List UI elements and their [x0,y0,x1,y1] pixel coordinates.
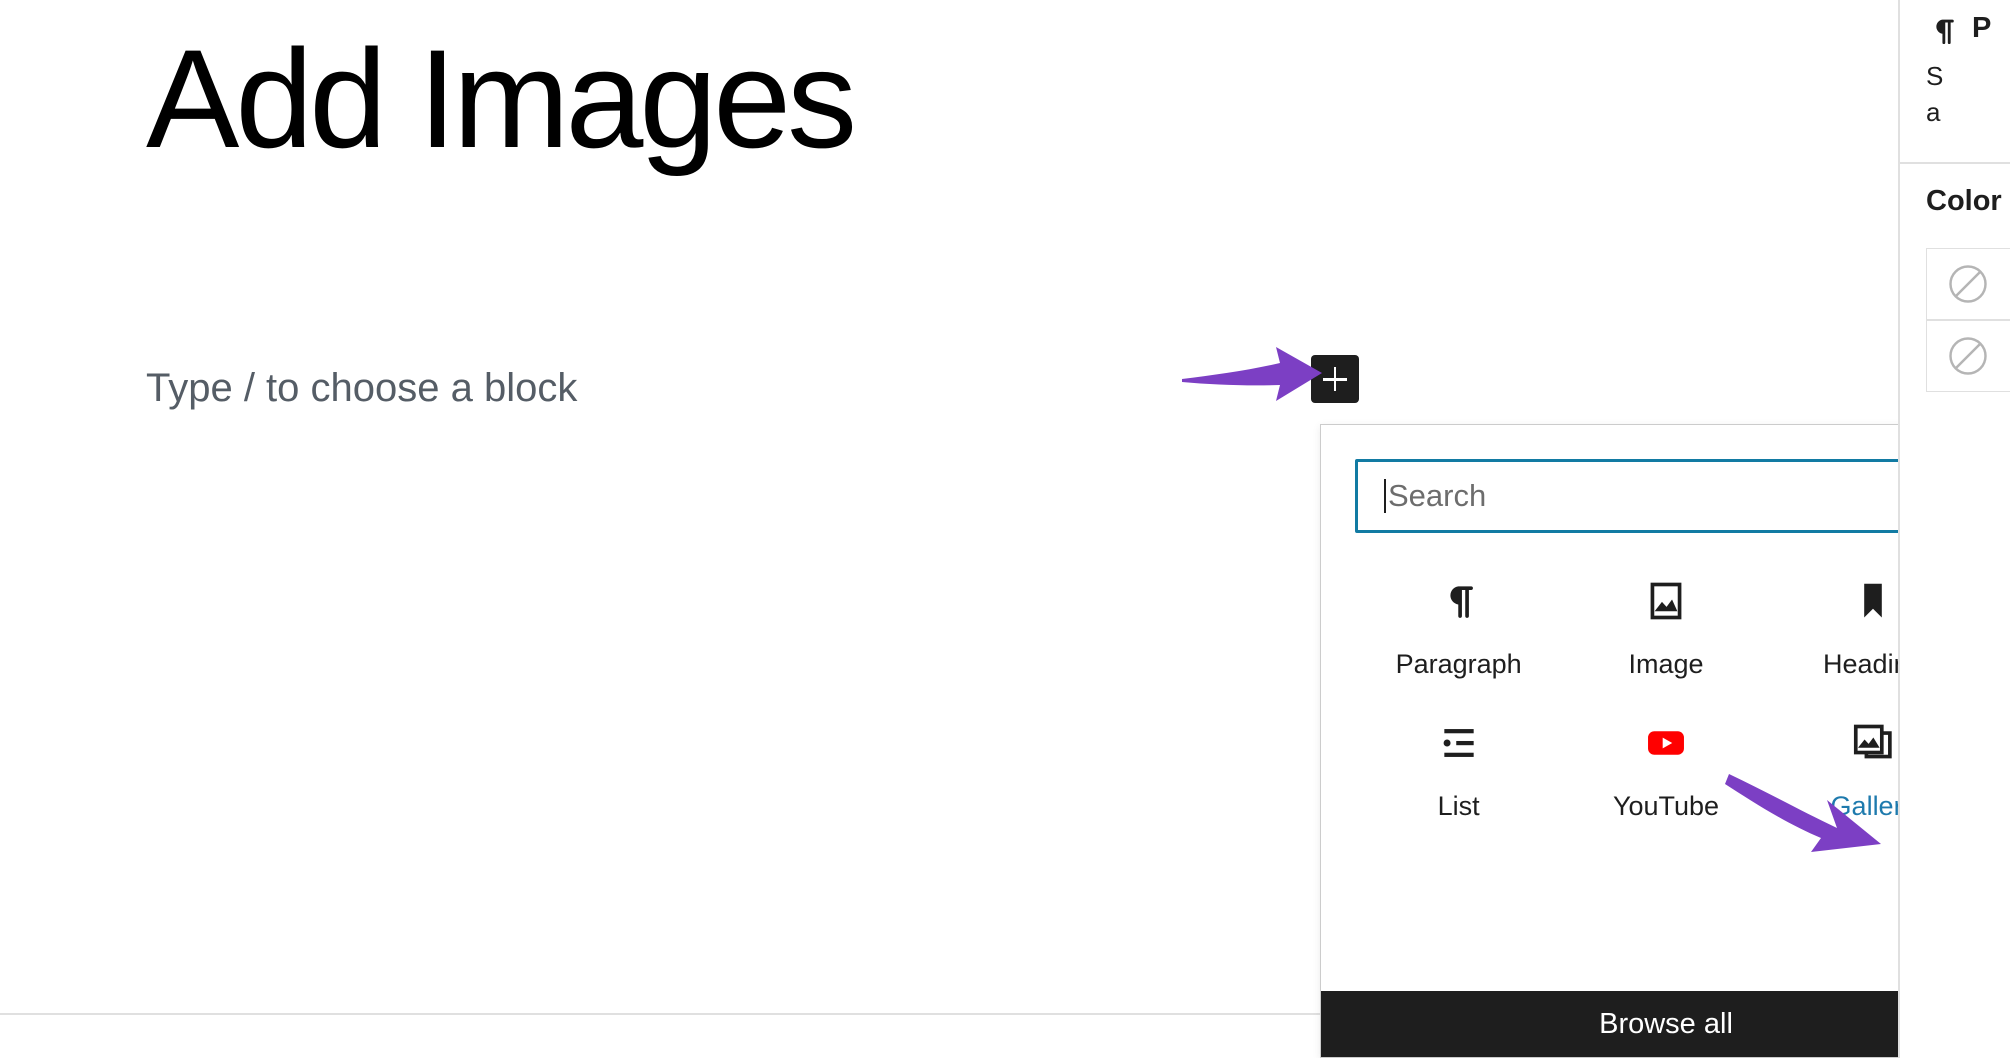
block-type-label: Paragraph [1395,649,1522,679]
list-icon [1435,719,1483,767]
sidebar-block-title: P [1972,12,1992,44]
gallery-icon [1849,719,1897,767]
color-panel-title: Color [1926,185,2002,217]
block-type-label: List [1437,791,1480,821]
paragraph-icon [1435,577,1483,625]
block-type-label: YouTube [1612,791,1720,821]
image-icon [1642,577,1690,625]
block-type-grid: Paragraph Image Heading List YouTube Gal… [1355,561,1977,845]
sidebar-block-description-line-2: a [1926,97,1941,127]
no-color-icon [1949,265,1987,303]
youtube-icon [1642,719,1690,767]
sidebar-block-description: S a [1926,58,2010,130]
paragraph-icon [1936,19,1954,45]
block-type-youtube[interactable]: YouTube [1562,703,1769,845]
background-color-swatch[interactable] [1926,320,2010,392]
sidebar-block-description-line-1: S [1926,61,1944,91]
search-input[interactable] [1355,459,1977,533]
block-type-image[interactable]: Image [1562,561,1769,703]
block-type-paragraph[interactable]: Paragraph [1355,561,1562,703]
block-type-label: Image [1628,649,1704,679]
text-color-swatch[interactable] [1926,248,2010,320]
block-inserter-button[interactable] [1311,355,1359,403]
gutenberg-block-editor-screen: Add Images Type / to choose a block Sear… [0,0,2010,1058]
no-color-icon [1949,337,1987,375]
sidebar-divider [1900,162,2010,164]
heading-icon [1849,577,1897,625]
settings-sidebar: P S a Color [1898,0,2010,1058]
block-type-list[interactable]: List [1355,703,1562,845]
paragraph-block[interactable]: Type / to choose a block [146,362,1326,414]
inserter-search-row [1355,459,1977,533]
text-caret [1384,479,1386,513]
page-title[interactable]: Add Images [146,22,857,176]
paragraph-placeholder-text[interactable]: Type / to choose a block [146,362,1326,414]
sidebar-block-card: P S a [1900,0,2010,162]
plus-icon-vertical-stroke [1333,367,1337,391]
